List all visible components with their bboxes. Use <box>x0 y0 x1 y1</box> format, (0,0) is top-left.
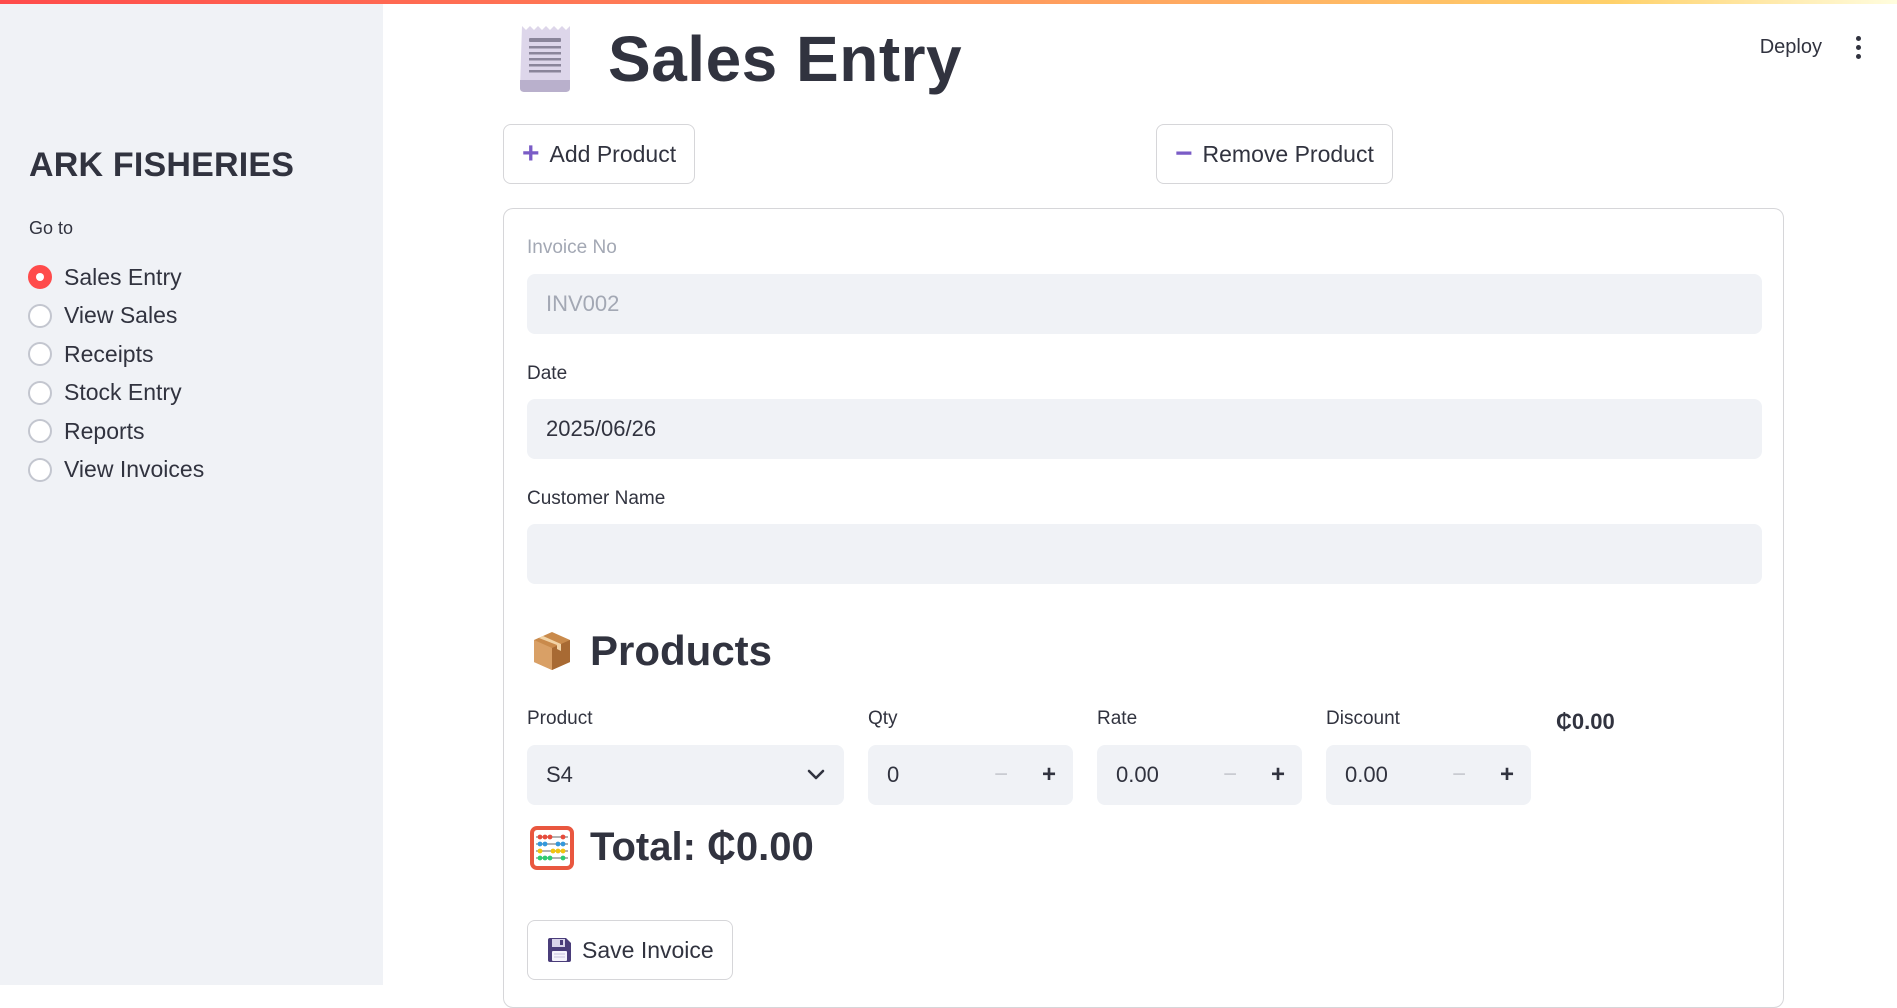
add-product-button[interactable]: + Add Product <box>503 124 696 184</box>
rate-column-label: Rate <box>1097 708 1138 729</box>
save-invoice-button[interactable]: Save Invoice <box>527 920 733 980</box>
radio-selected-icon <box>28 265 52 290</box>
nav-option-sales-entry[interactable]: Sales Entry <box>28 258 204 297</box>
nav-radio-label: Go to <box>29 218 74 238</box>
product-select-value: S4 <box>546 762 573 787</box>
products-heading-text: Products <box>590 627 773 674</box>
invoice-no-field: INV002 <box>527 274 1762 334</box>
qty-value[interactable]: 0 <box>868 762 977 788</box>
rate-number-input[interactable]: 0.00 − + <box>1097 745 1302 805</box>
page-title: Sales Entry <box>608 23 963 95</box>
receipt-icon <box>520 26 570 92</box>
discount-increment-icon[interactable]: + <box>1483 745 1531 805</box>
nav-option-label: View Sales <box>64 302 178 329</box>
radio-icon <box>28 380 52 405</box>
radio-icon <box>28 457 52 482</box>
rate-value[interactable]: 0.00 <box>1097 762 1206 788</box>
plus-icon: + <box>522 137 540 170</box>
abacus-icon <box>530 825 574 870</box>
invoice-no-label: Invoice No <box>527 237 617 258</box>
app-header-actions: Deploy <box>1760 32 1865 63</box>
products-heading: Products <box>530 627 772 675</box>
nav-option-view-sales[interactable]: View Sales <box>28 297 204 336</box>
top-decoration-bar <box>0 0 1897 4</box>
remove-product-label: Remove Product <box>1202 140 1374 167</box>
nav-option-label: Receipts <box>64 340 154 367</box>
invoice-total-text: Total: ₵0.00 <box>590 825 814 869</box>
radio-icon <box>28 419 52 444</box>
minus-icon: − <box>1175 137 1193 170</box>
nav-option-label: Stock Entry <box>64 379 182 406</box>
radio-icon <box>28 303 52 328</box>
product-column-label: Product <box>527 708 593 729</box>
discount-column-label: Discount <box>1326 708 1400 729</box>
package-icon <box>534 632 570 670</box>
nav-option-stock-entry[interactable]: Stock Entry <box>28 374 204 413</box>
remove-product-button[interactable]: − Remove Product <box>1156 124 1393 184</box>
qty-number-input[interactable]: 0 − + <box>868 745 1073 805</box>
nav-option-label: Reports <box>64 417 145 444</box>
qty-decrement-icon[interactable]: − <box>977 745 1025 805</box>
qty-column-label: Qty <box>868 708 898 729</box>
nav-option-label: Sales Entry <box>64 263 182 290</box>
qty-increment-icon[interactable]: + <box>1025 745 1073 805</box>
customer-name-label: Customer Name <box>527 488 666 509</box>
radio-icon <box>28 342 52 367</box>
nav-option-view-invoices[interactable]: View Invoices <box>28 451 204 490</box>
date-field[interactable]: 2025/06/26 <box>527 399 1762 459</box>
customer-name-field[interactable] <box>527 524 1762 584</box>
date-label: Date <box>527 363 568 384</box>
sidebar-brand-title: ARK FISHERIES <box>29 146 295 184</box>
save-invoice-label: Save Invoice <box>582 936 714 963</box>
discount-value[interactable]: 0.00 <box>1326 762 1435 788</box>
main-menu-kebab-icon[interactable] <box>1852 32 1865 63</box>
deploy-button[interactable]: Deploy <box>1760 36 1822 59</box>
nav-option-label: View Invoices <box>64 456 205 483</box>
floppy-disk-icon <box>548 938 571 962</box>
discount-number-input[interactable]: 0.00 − + <box>1326 745 1531 805</box>
nav-option-reports[interactable]: Reports <box>28 412 204 451</box>
chevron-down-icon <box>807 769 825 780</box>
add-product-label: Add Product <box>549 140 677 167</box>
invoice-form: Invoice No INV002 Date 2025/06/26 Custom… <box>503 208 1784 1008</box>
nav-radio-group: Sales Entry View Sales Receipts Stock En… <box>28 258 204 489</box>
page-header: Sales Entry <box>516 22 962 96</box>
line-amount: ₵0.00 <box>1556 709 1615 734</box>
product-select[interactable]: S4 <box>527 745 844 805</box>
rate-increment-icon[interactable]: + <box>1254 745 1302 805</box>
rate-decrement-icon[interactable]: − <box>1206 745 1254 805</box>
discount-decrement-icon[interactable]: − <box>1435 745 1483 805</box>
sidebar: ARK FISHERIES Go to Sales Entry View Sal… <box>0 0 383 985</box>
invoice-total: Total: ₵0.00 <box>530 825 814 870</box>
nav-option-receipts[interactable]: Receipts <box>28 335 204 374</box>
